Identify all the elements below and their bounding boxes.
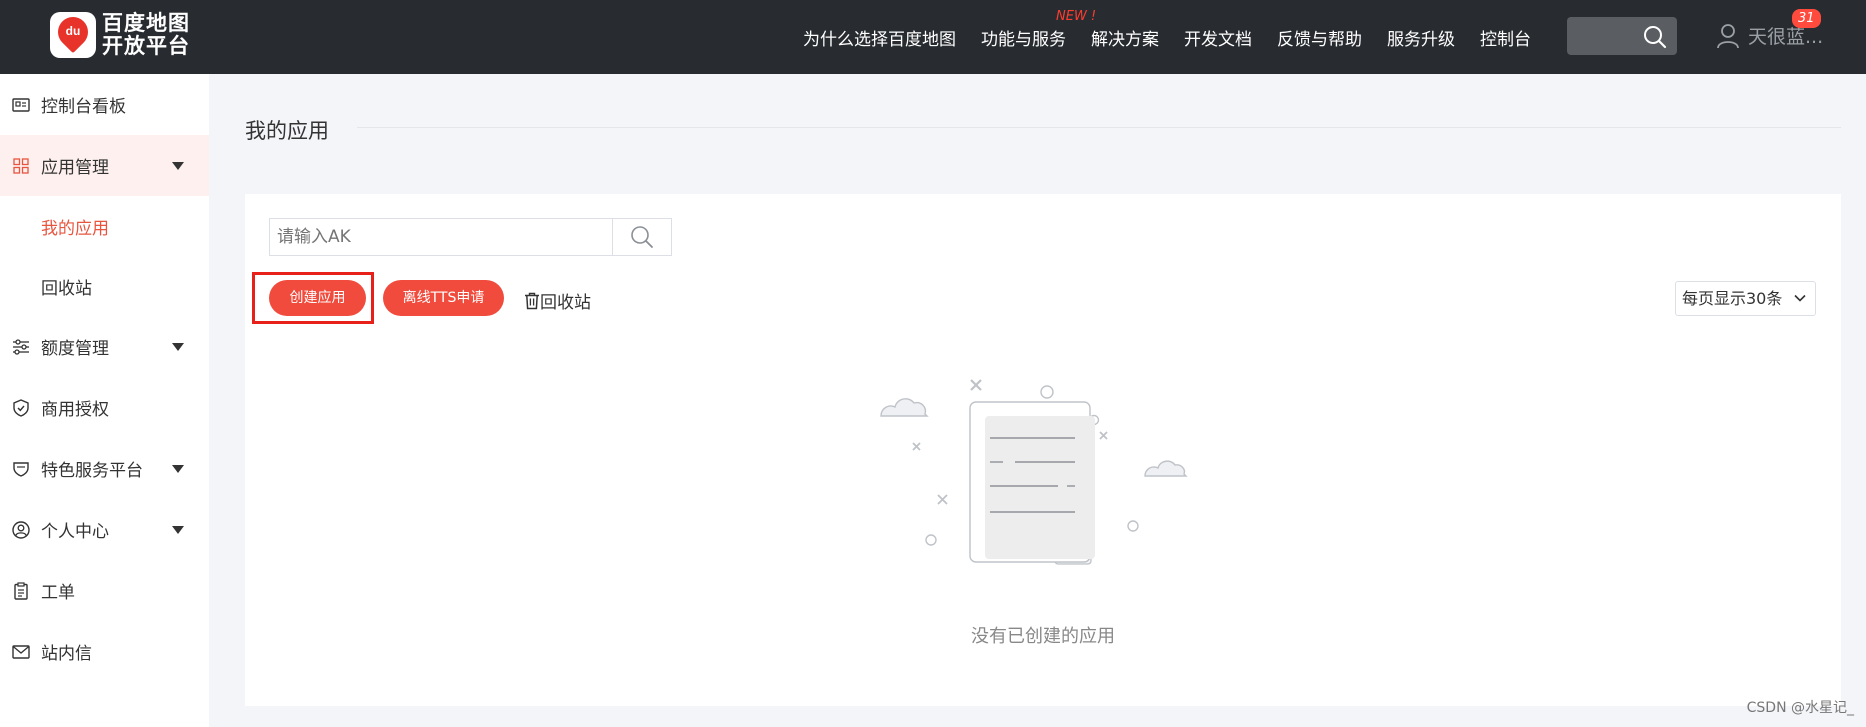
sidebar-item-label: 个人中心 bbox=[41, 522, 109, 542]
nav-solutions[interactable]: 解决方案 bbox=[1091, 25, 1159, 50]
apps-panel: 创建应用 离线TTS申请 回收站 每页显示30条 bbox=[245, 194, 1841, 706]
create-app-button[interactable]: 创建应用 bbox=[269, 280, 366, 316]
sidebar-item-label: 站内信 bbox=[41, 644, 92, 664]
ak-search-input[interactable] bbox=[269, 218, 612, 256]
shield-heart-icon bbox=[12, 460, 30, 478]
empty-state-illustration bbox=[880, 379, 1188, 565]
new-badge: NEW ! bbox=[1056, 9, 1097, 24]
chevron-down-icon bbox=[1794, 294, 1806, 302]
notification-badge[interactable]: 31 bbox=[1792, 9, 1821, 28]
page-size-select[interactable]: 每页显示30条 bbox=[1675, 281, 1816, 316]
id-card-icon bbox=[12, 96, 30, 114]
watermark: CSDN @水星记_ bbox=[1746, 700, 1854, 716]
sidebar-item-featured-services[interactable]: 特色服务平台 bbox=[0, 438, 209, 499]
title-divider bbox=[357, 127, 1841, 128]
sidebar-item-label: 应用管理 bbox=[41, 158, 109, 178]
recycle-bin-link[interactable]: 回收站 bbox=[524, 288, 591, 313]
header-search[interactable] bbox=[1567, 17, 1677, 55]
shield-check-icon bbox=[12, 398, 30, 417]
user-circle-icon bbox=[12, 520, 30, 539]
ak-search-button[interactable] bbox=[612, 218, 672, 256]
nav-features[interactable]: 功能与服务 NEW ! bbox=[981, 9, 1096, 50]
sidebar-item-commercial-license[interactable]: 商用授权 bbox=[0, 377, 209, 438]
search-icon[interactable] bbox=[1643, 25, 1667, 49]
nav-console[interactable]: 控制台 bbox=[1480, 25, 1531, 50]
user-icon bbox=[1717, 23, 1739, 48]
sidebar-item-label: 控制台看板 bbox=[41, 97, 126, 117]
clipboard-icon bbox=[12, 581, 30, 600]
sidebar-item-label: 额度管理 bbox=[41, 339, 109, 359]
user-menu[interactable]: 天很蓝... 31 bbox=[1716, 9, 1823, 49]
sidebar-item-dashboard[interactable]: 控制台看板 bbox=[0, 74, 209, 135]
baidu-map-logo[interactable]: du 百度地图 开放平台 bbox=[50, 10, 190, 58]
sidebar-item-messages[interactable]: 站内信 bbox=[0, 621, 209, 682]
main-nav: 为什么选择百度地图 功能与服务 NEW ! 解决方案 开发文档 反馈与帮助 服务… bbox=[803, 9, 1556, 50]
page-title: 我的应用 bbox=[245, 119, 329, 143]
sliders-icon bbox=[12, 338, 30, 356]
logo-text: 百度地图 开放平台 bbox=[102, 11, 190, 58]
sidebar-item-tickets[interactable]: 工单 bbox=[0, 560, 209, 621]
sidebar: 控制台看板 应用管理 我的应用 回收站 额度管理 商用授权 特色服务平台 个人中… bbox=[0, 74, 209, 727]
sidebar-item-personal-center[interactable]: 个人中心 bbox=[0, 499, 209, 560]
sidebar-item-label: 特色服务平台 bbox=[41, 461, 143, 481]
sidebar-item-label: 商用授权 bbox=[41, 400, 109, 420]
top-navbar: du 百度地图 开放平台 为什么选择百度地图 功能与服务 NEW ! 解决方案 … bbox=[0, 0, 1866, 74]
caret-down-icon[interactable] bbox=[172, 465, 184, 473]
nav-why-baidu[interactable]: 为什么选择百度地图 bbox=[803, 25, 956, 50]
caret-down-icon[interactable] bbox=[172, 343, 184, 351]
caret-down-icon[interactable] bbox=[172, 526, 184, 534]
sidebar-item-label: 工单 bbox=[41, 583, 75, 603]
logo-mark: du bbox=[50, 10, 96, 58]
grid-icon bbox=[12, 157, 30, 175]
sidebar-item-quota[interactable]: 额度管理 bbox=[0, 316, 209, 377]
sidebar-item-app-management[interactable]: 应用管理 bbox=[0, 135, 209, 196]
nav-feedback[interactable]: 反馈与帮助 bbox=[1277, 25, 1362, 50]
trash-icon bbox=[525, 292, 539, 309]
nav-docs[interactable]: 开发文档 bbox=[1184, 25, 1252, 50]
caret-down-icon[interactable] bbox=[172, 162, 184, 170]
mail-icon bbox=[12, 643, 30, 661]
nav-upgrade[interactable]: 服务升级 bbox=[1387, 25, 1455, 50]
search-icon bbox=[631, 226, 653, 248]
sidebar-item-recycle-bin[interactable]: 回收站 bbox=[0, 256, 209, 316]
empty-state-text: 没有已创建的应用 bbox=[971, 626, 1115, 647]
offline-tts-button[interactable]: 离线TTS申请 bbox=[383, 280, 504, 316]
sidebar-item-my-apps[interactable]: 我的应用 bbox=[0, 196, 209, 256]
